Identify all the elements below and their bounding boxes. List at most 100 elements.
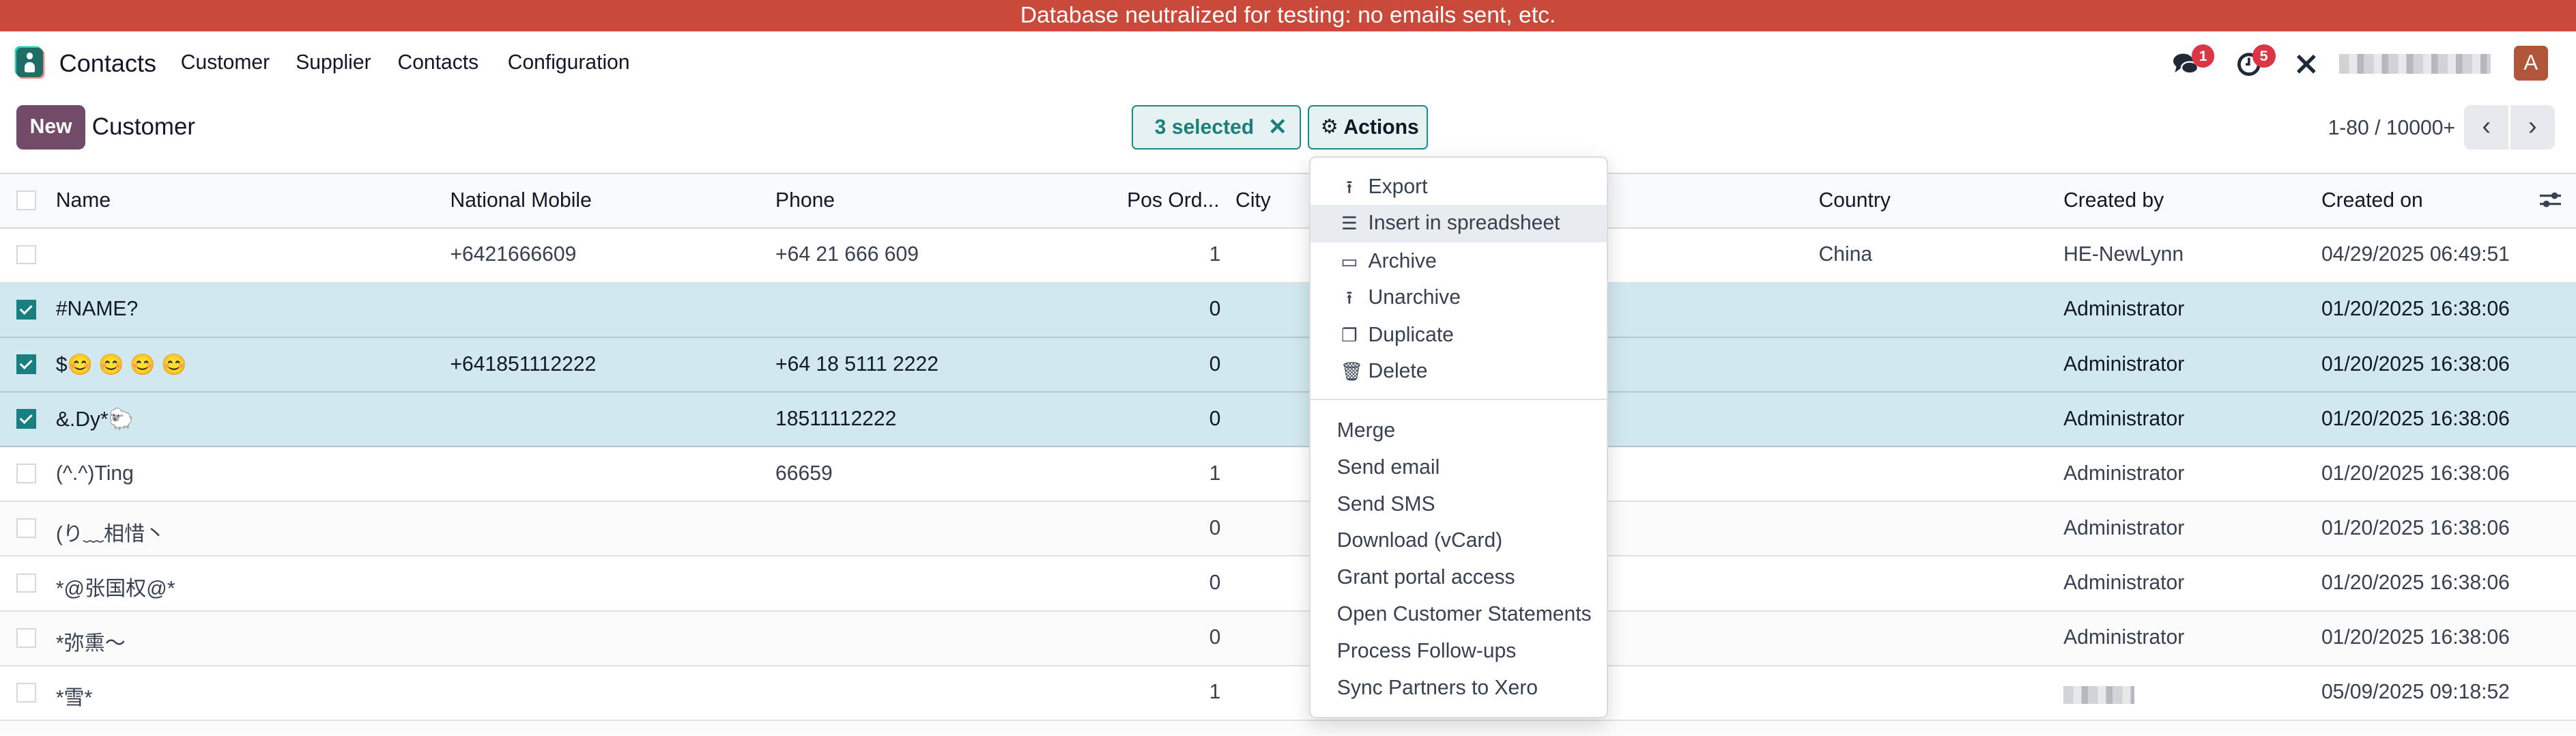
action-process-follow-ups[interactable]: Process Follow-ups bbox=[1311, 633, 1606, 670]
cell-pos-orders: 0 bbox=[1209, 626, 1221, 649]
cell-phone: +64 18 5111 2222 bbox=[775, 352, 939, 376]
column-pos-orders[interactable]: Pos Ord... bbox=[1127, 189, 1219, 212]
action-delete[interactable]: 🗑 Delete bbox=[1311, 353, 1606, 390]
activities-button[interactable]: 5 bbox=[2237, 44, 2276, 83]
select-all-checkbox[interactable] bbox=[16, 190, 36, 210]
cell-created-on: 04/29/2025 06:49:51 bbox=[2321, 243, 2510, 266]
cell-national-mobile: +641851112222 bbox=[450, 352, 597, 376]
trash-icon: 🗑 bbox=[1340, 361, 1364, 382]
action-duplicate[interactable]: ❐ Duplicate bbox=[1311, 317, 1606, 354]
action-label: Delete bbox=[1368, 360, 1428, 383]
chevron-left-icon: ‹ bbox=[2482, 111, 2491, 141]
cell-created-by: Administrator bbox=[2063, 516, 2185, 539]
row-checkbox[interactable] bbox=[16, 573, 36, 593]
column-national-mobile[interactable]: National Mobile bbox=[450, 189, 591, 212]
cell-created-on: 01/20/2025 16:38:06 bbox=[2321, 571, 2510, 595]
pager-value[interactable]: 1-80 / 10000+ bbox=[2328, 117, 2455, 140]
cell-name: $😊 😊 😊 😊 bbox=[55, 353, 187, 376]
action-insert-spreadsheet[interactable]: ☰ Insert in spreadsheet bbox=[1311, 205, 1607, 242]
cell-created-on: 01/20/2025 16:38:06 bbox=[2321, 516, 2510, 539]
cell-created-by-redacted bbox=[2063, 685, 2134, 705]
cell-pos-orders: 0 bbox=[1209, 407, 1221, 430]
cell-created-on: 01/20/2025 16:38:06 bbox=[2321, 626, 2510, 649]
action-send-email[interactable]: Send email bbox=[1311, 449, 1606, 486]
row-checkbox[interactable] bbox=[16, 464, 36, 484]
messages-badge: 1 bbox=[2191, 44, 2215, 68]
upload-icon: ⭱ bbox=[1346, 177, 1353, 198]
column-country[interactable]: Country bbox=[1818, 189, 1890, 212]
row-checkbox[interactable] bbox=[16, 409, 36, 429]
user-avatar[interactable]: A bbox=[2513, 46, 2549, 81]
row-checkbox[interactable] bbox=[16, 354, 36, 374]
selected-count: 3 selected bbox=[1154, 116, 1255, 139]
column-created-by[interactable]: Created by bbox=[2063, 189, 2164, 212]
table-row[interactable]: #NAME? 0 Administrator 01/20/2025 16:38:06 bbox=[0, 283, 2576, 338]
unarchive-icon: ⭱ bbox=[1346, 287, 1353, 308]
new-button[interactable]: New bbox=[16, 105, 86, 150]
cell-name: (^.^)Ting bbox=[55, 462, 134, 485]
unselect-all-icon[interactable]: ✕ bbox=[1268, 113, 1287, 141]
cell-name: #NAME? bbox=[55, 298, 139, 321]
cell-pos-orders: 1 bbox=[1209, 243, 1221, 266]
tools-icon[interactable] bbox=[2295, 53, 2318, 81]
row-checkbox[interactable] bbox=[16, 244, 36, 265]
table-row[interactable]: &.Dy*🐑 18511112222 0 Administrator 01/20/202… bbox=[0, 393, 2576, 448]
optional-columns-icon[interactable] bbox=[2540, 189, 2562, 216]
pager-previous-button[interactable]: ‹ bbox=[2464, 105, 2509, 150]
action-label: Duplicate bbox=[1368, 324, 1454, 347]
action-open-customer-statements[interactable]: Open Customer Statements bbox=[1311, 596, 1606, 633]
cell-name: *弥熏～ bbox=[55, 632, 126, 655]
action-label: Archive bbox=[1368, 249, 1437, 272]
table-row-partial[interactable] bbox=[0, 721, 2576, 736]
table-row[interactable]: (^.^)Ting 66659 1 Administrator 01/20/2025 1… bbox=[0, 447, 2576, 503]
menu-customer[interactable]: Customer bbox=[181, 51, 270, 74]
table-row[interactable]: $😊 😊 😊 😊 +641851112222 +64 18 5111 2222 0 Ad… bbox=[0, 337, 2576, 393]
column-phone[interactable]: Phone bbox=[775, 189, 835, 212]
chevron-right-icon: › bbox=[2528, 111, 2537, 141]
table-row[interactable]: *弥熏～ 0 Administrator 01/20/2025 16:38:06 bbox=[0, 611, 2576, 666]
app-name[interactable]: Contacts bbox=[59, 49, 156, 78]
cell-created-on: 01/20/2025 16:38:06 bbox=[2321, 462, 2510, 485]
action-send-sms[interactable]: Send SMS bbox=[1311, 486, 1606, 523]
cell-created-on: 05/09/2025 09:18:52 bbox=[2321, 681, 2510, 704]
contacts-app-icon[interactable] bbox=[16, 47, 43, 78]
cell-phone: +64 21 666 609 bbox=[775, 243, 919, 266]
cell-created-by: Administrator bbox=[2063, 462, 2185, 485]
action-download-vcard[interactable]: Download (vCard) bbox=[1311, 522, 1606, 559]
menu-configuration[interactable]: Configuration bbox=[508, 51, 630, 74]
action-unarchive[interactable]: ⭱ Unarchive bbox=[1311, 279, 1606, 316]
cell-created-on: 01/20/2025 16:38:06 bbox=[2321, 407, 2510, 430]
selection-indicator: 3 selected ✕ bbox=[1132, 105, 1302, 150]
copy-icon: ❐ bbox=[1341, 325, 1358, 346]
cell-name: *@张国权@* bbox=[55, 578, 175, 601]
table-row[interactable]: +6421666609 +64 21 666 609 1 China HE-NewLyn… bbox=[0, 229, 2576, 283]
table-row[interactable]: (り﹏相惜丶 0 Administrator 01/20/2025 16:38:06 bbox=[0, 502, 2576, 557]
table-row[interactable]: *雪* 1 05/09/2025 09:18:52 bbox=[0, 666, 2576, 721]
row-checkbox[interactable] bbox=[16, 627, 36, 648]
messages-button[interactable]: 1 bbox=[2173, 44, 2215, 83]
cell-created-on: 01/20/2025 16:38:06 bbox=[2321, 298, 2510, 321]
column-name[interactable]: Name bbox=[56, 189, 111, 212]
company-switcher[interactable] bbox=[2339, 54, 2491, 74]
cell-pos-orders: 0 bbox=[1209, 298, 1221, 321]
row-checkbox[interactable] bbox=[16, 518, 36, 539]
menu-supplier[interactable]: Supplier bbox=[296, 51, 371, 74]
column-city[interactable]: City bbox=[1235, 189, 1271, 212]
action-sync-partners-to-xero[interactable]: Sync Partners to Xero bbox=[1311, 670, 1606, 707]
list-icon: ☰ bbox=[1341, 213, 1358, 234]
column-created-on[interactable]: Created on bbox=[2321, 189, 2423, 212]
actions-button[interactable]: ⚙ Actions bbox=[1307, 105, 1428, 150]
action-archive[interactable]: ▭ Archive bbox=[1311, 243, 1606, 280]
action-grant-portal-access[interactable]: Grant portal access bbox=[1311, 559, 1606, 596]
actions-dropdown: ⭱ Export ☰ Insert in spreadsheet ▭ Archive … bbox=[1309, 156, 1609, 718]
action-label: Export bbox=[1368, 175, 1428, 199]
row-checkbox[interactable] bbox=[16, 682, 36, 703]
action-merge[interactable]: Merge bbox=[1311, 412, 1606, 449]
action-export[interactable]: ⭱ Export bbox=[1311, 169, 1606, 206]
cell-pos-orders: 0 bbox=[1209, 516, 1221, 539]
table-row[interactable]: *@张国权@* 0 Administrator 01/20/2025 16:38:06 bbox=[0, 556, 2576, 612]
activities-badge: 5 bbox=[2252, 44, 2276, 68]
row-checkbox[interactable] bbox=[16, 299, 36, 320]
pager-next-button[interactable]: › bbox=[2510, 105, 2555, 150]
menu-contacts[interactable]: Contacts bbox=[397, 51, 478, 74]
